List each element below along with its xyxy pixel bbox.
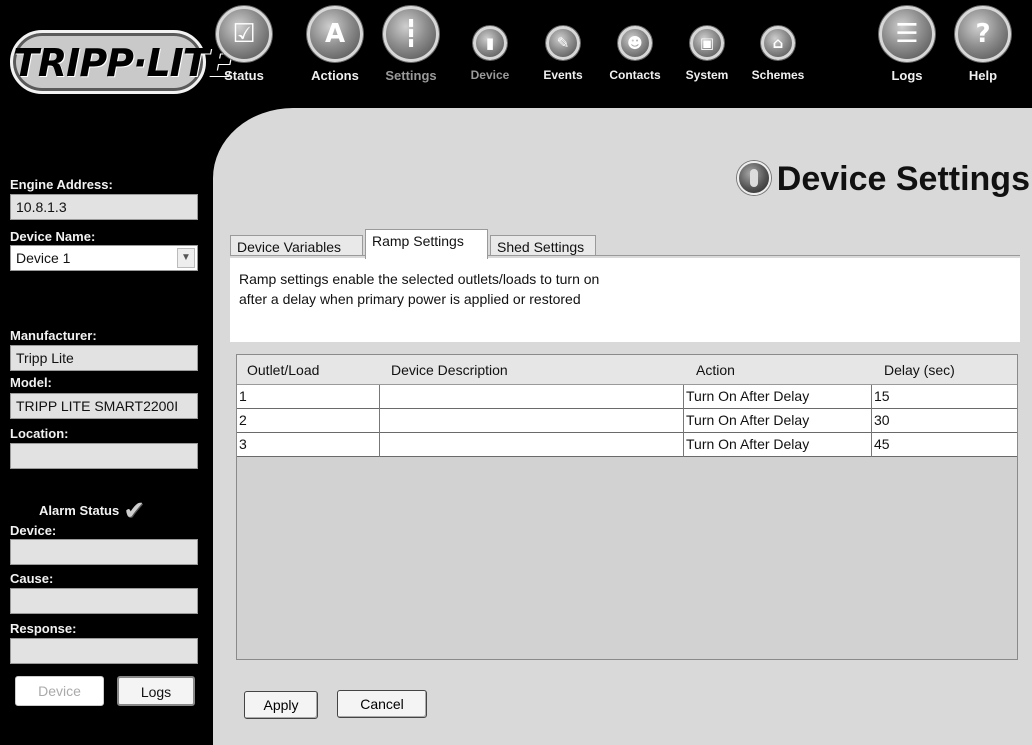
actions-icon: A	[307, 6, 363, 62]
cause-label: Cause:	[10, 571, 54, 586]
description-cell[interactable]	[380, 433, 684, 457]
model-field: TRIPP LITE SMART2200I	[10, 393, 198, 419]
device-name-label: Device Name:	[10, 229, 96, 244]
sidebar: Engine Address: 10.8.1.3 Device Name: De…	[0, 140, 213, 745]
response-field	[10, 638, 198, 664]
main-panel: Device Settings Device Variables Ramp Se…	[213, 108, 1032, 745]
system-icon: ▣	[690, 26, 724, 60]
device-button[interactable]: Device	[15, 676, 104, 706]
events-icon: ✎	[546, 26, 580, 60]
action-cell[interactable]: Turn On After Delay	[684, 433, 872, 457]
alarm-status-label: Alarm Status	[39, 503, 120, 518]
action-cell[interactable]: Turn On After Delay	[684, 385, 872, 409]
description-cell[interactable]	[380, 385, 684, 409]
location-field	[10, 443, 198, 469]
nav-status-label: Status	[224, 68, 264, 83]
nav-events[interactable]: ✎ Events	[533, 6, 593, 82]
table-row[interactable]: 1 Turn On After Delay 15	[237, 385, 1017, 409]
table-header: Outlet/Load Device Description Action De…	[237, 355, 1017, 385]
nav-settings-label: Settings	[385, 68, 437, 83]
delay-cell[interactable]: 45	[872, 433, 1017, 457]
engine-address-field: 10.8.1.3	[10, 194, 198, 220]
device-icon	[736, 161, 771, 195]
nav-device-label: Device	[470, 68, 510, 82]
cause-field	[10, 588, 198, 614]
nav-help[interactable]: ? Help	[954, 6, 1012, 83]
column-header-action[interactable]: Action	[696, 362, 735, 378]
logs-icon: ☰	[879, 6, 935, 62]
nav-logs[interactable]: ☰ Logs	[878, 6, 936, 83]
apply-button[interactable]: Apply	[244, 691, 318, 719]
nav-status[interactable]: ☑ Status	[216, 6, 272, 83]
description-line-2: after a delay when primary power is appl…	[239, 291, 581, 307]
model-label: Model:	[10, 375, 52, 390]
tab-content: Ramp settings enable the selected outlet…	[230, 255, 1020, 735]
alarm-status: Alarm Status ✔	[39, 495, 145, 526]
action-cell[interactable]: Turn On After Delay	[684, 409, 872, 433]
description-line-1: Ramp settings enable the selected outlet…	[239, 271, 600, 287]
cancel-button[interactable]: Cancel	[337, 690, 427, 718]
nav-logs-label: Logs	[891, 68, 923, 83]
delay-cell[interactable]: 15	[872, 385, 1017, 409]
device-name-value: Device 1	[16, 250, 71, 266]
nav-schemes[interactable]: ⌂ Schemes	[740, 6, 816, 82]
tripp-lite-logo: TRIPP·LITE	[10, 30, 234, 94]
contacts-icon: ☻	[618, 26, 652, 60]
column-header-description[interactable]: Device Description	[391, 362, 508, 378]
device-icon: ▮	[473, 26, 507, 60]
checkmark-icon: ✔	[123, 495, 145, 525]
device-name-select[interactable]: Device 1 ▼	[10, 245, 198, 271]
table-row[interactable]: 3 Turn On After Delay 45	[237, 433, 1017, 457]
logs-button[interactable]: Logs	[117, 676, 195, 706]
nav-system[interactable]: ▣ System	[674, 6, 740, 82]
location-label: Location:	[10, 426, 69, 441]
nav-events-label: Events	[543, 68, 583, 82]
nav-actions-label: Actions	[311, 68, 359, 83]
ramp-table: Outlet/Load Device Description Action De…	[236, 354, 1018, 660]
engine-address-label: Engine Address:	[10, 177, 113, 192]
help-icon: ?	[955, 6, 1011, 62]
chevron-down-icon[interactable]: ▼	[177, 248, 195, 268]
tab-device-variables[interactable]: Device Variables	[230, 235, 363, 257]
nav-system-label: System	[685, 68, 729, 82]
tab-ramp-settings[interactable]: Ramp Settings	[365, 229, 488, 259]
nav-help-label: Help	[968, 68, 998, 83]
manufacturer-field: Tripp Lite	[10, 345, 198, 371]
nav-settings[interactable]: ┇ Settings	[381, 6, 441, 83]
column-header-delay[interactable]: Delay (sec)	[884, 362, 955, 378]
checkbox-icon: ☑	[216, 6, 272, 62]
delay-cell[interactable]: 30	[872, 409, 1017, 433]
logo-text: TRIPP·LITE	[13, 41, 234, 85]
nav-contacts-label: Contacts	[609, 68, 661, 82]
nav-actions[interactable]: A Actions	[305, 6, 365, 83]
response-label: Response:	[10, 621, 77, 636]
ramp-description: Ramp settings enable the selected outlet…	[230, 258, 1020, 342]
alarm-device-label: Device:	[10, 523, 57, 538]
table-row[interactable]: 2 Turn On After Delay 30	[237, 409, 1017, 433]
column-header-outlet[interactable]: Outlet/Load	[247, 362, 319, 378]
nav-device[interactable]: ▮ Device	[462, 6, 518, 82]
outlet-cell: 2	[237, 409, 380, 433]
alarm-device-field	[10, 539, 198, 565]
description-cell[interactable]	[380, 409, 684, 433]
page-title-text: Device Settings	[776, 160, 1030, 198]
tab-shed-settings[interactable]: Shed Settings	[490, 235, 596, 257]
outlet-cell: 1	[237, 385, 380, 409]
settings-sliders-icon: ┇	[383, 6, 439, 62]
outlet-cell: 3	[237, 433, 380, 457]
schemes-icon: ⌂	[761, 26, 795, 60]
nav-schemes-label: Schemes	[751, 68, 805, 82]
nav-contacts[interactable]: ☻ Contacts	[600, 6, 670, 82]
page-title: Device Settings	[736, 160, 1030, 199]
manufacturer-label: Manufacturer:	[10, 328, 97, 343]
